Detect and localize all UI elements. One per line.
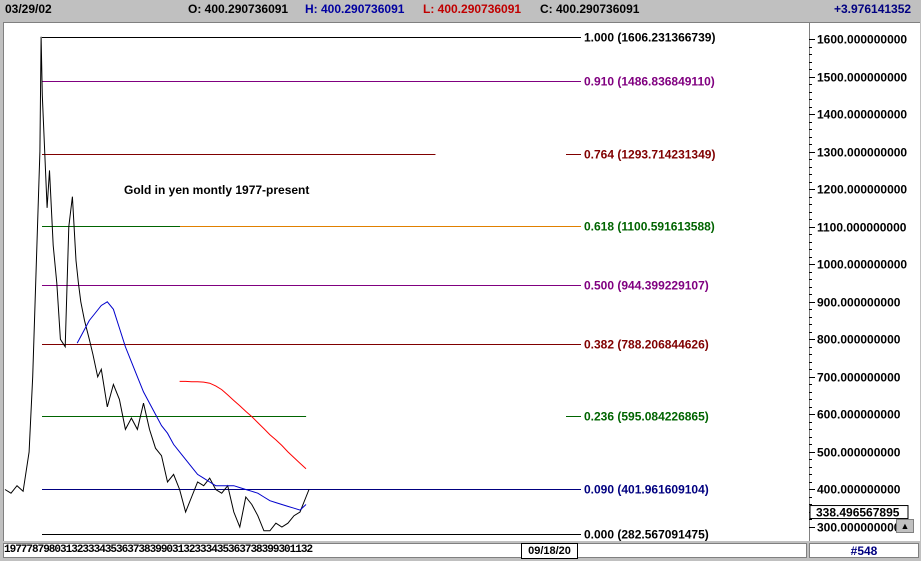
record-number: #548	[809, 543, 919, 558]
y-tick-label: 1500.000000000	[817, 71, 907, 85]
fib-label-1.000: 1.000 (1606.231366739)	[584, 31, 715, 45]
fib-label-0.764: 0.764 (1293.714231349)	[584, 148, 715, 162]
y-tick-label: 600.000000000	[817, 408, 901, 422]
last-value-label: 338.496567895	[816, 506, 900, 520]
fib-label-0.090: 0.090 (401.961609104)	[584, 483, 709, 497]
chart-svg: 1.000 (1606.231366739) 0.910 (1486.836849…	[4, 31, 909, 542]
y-tick-label: 900.000000000	[817, 296, 901, 310]
y-tick-label: 800.000000000	[817, 333, 901, 347]
y-tick-label: 1400.000000000	[817, 108, 907, 122]
scroll-up-icon[interactable]: ▲	[896, 519, 914, 533]
fib-label-0.500: 0.500 (944.399229107)	[584, 279, 709, 293]
fib-label-0.000: 0.000 (282.567091475)	[584, 528, 709, 542]
x-axis-labels: 1977787980313233343536373839903132333435…	[3, 543, 807, 558]
series-line-1	[76, 301, 307, 511]
y-tick-label: 1000.000000000	[817, 258, 907, 272]
y-axis: 1600.000000000 1500.000000000 1400.0000000…	[809, 33, 909, 535]
y-tick-label: 500.000000000	[817, 446, 901, 460]
fibonacci-levels: 1.000 (1606.231366739) 0.910 (1486.836849…	[42, 31, 715, 542]
y-tick-label: 700.000000000	[817, 371, 901, 385]
fib-label-0.910: 0.910 (1486.836849110)	[584, 75, 715, 89]
fib-label-0.618: 0.618 (1100.591613588)	[584, 220, 715, 234]
y-tick-label: 400.000000000	[817, 483, 901, 497]
y-tick-label: 300.000000000	[817, 521, 901, 535]
fib-label-0.236: 0.236 (595.084226865)	[584, 410, 709, 424]
y-tick-label: 1300.000000000	[817, 146, 907, 160]
cursor-date-box: 09/18/20	[521, 543, 578, 559]
series-line-2	[179, 380, 307, 470]
series-layer	[4, 36, 310, 532]
chart-title: Gold in yen montly 1977-present	[124, 183, 309, 197]
y-tick-label: 1600.000000000	[817, 33, 907, 47]
fib-label-0.382: 0.382 (788.206844626)	[584, 338, 709, 352]
y-tick-label: 1200.000000000	[817, 183, 907, 197]
series-line-0	[4, 36, 310, 532]
y-tick-label: 1100.000000000	[817, 221, 907, 235]
